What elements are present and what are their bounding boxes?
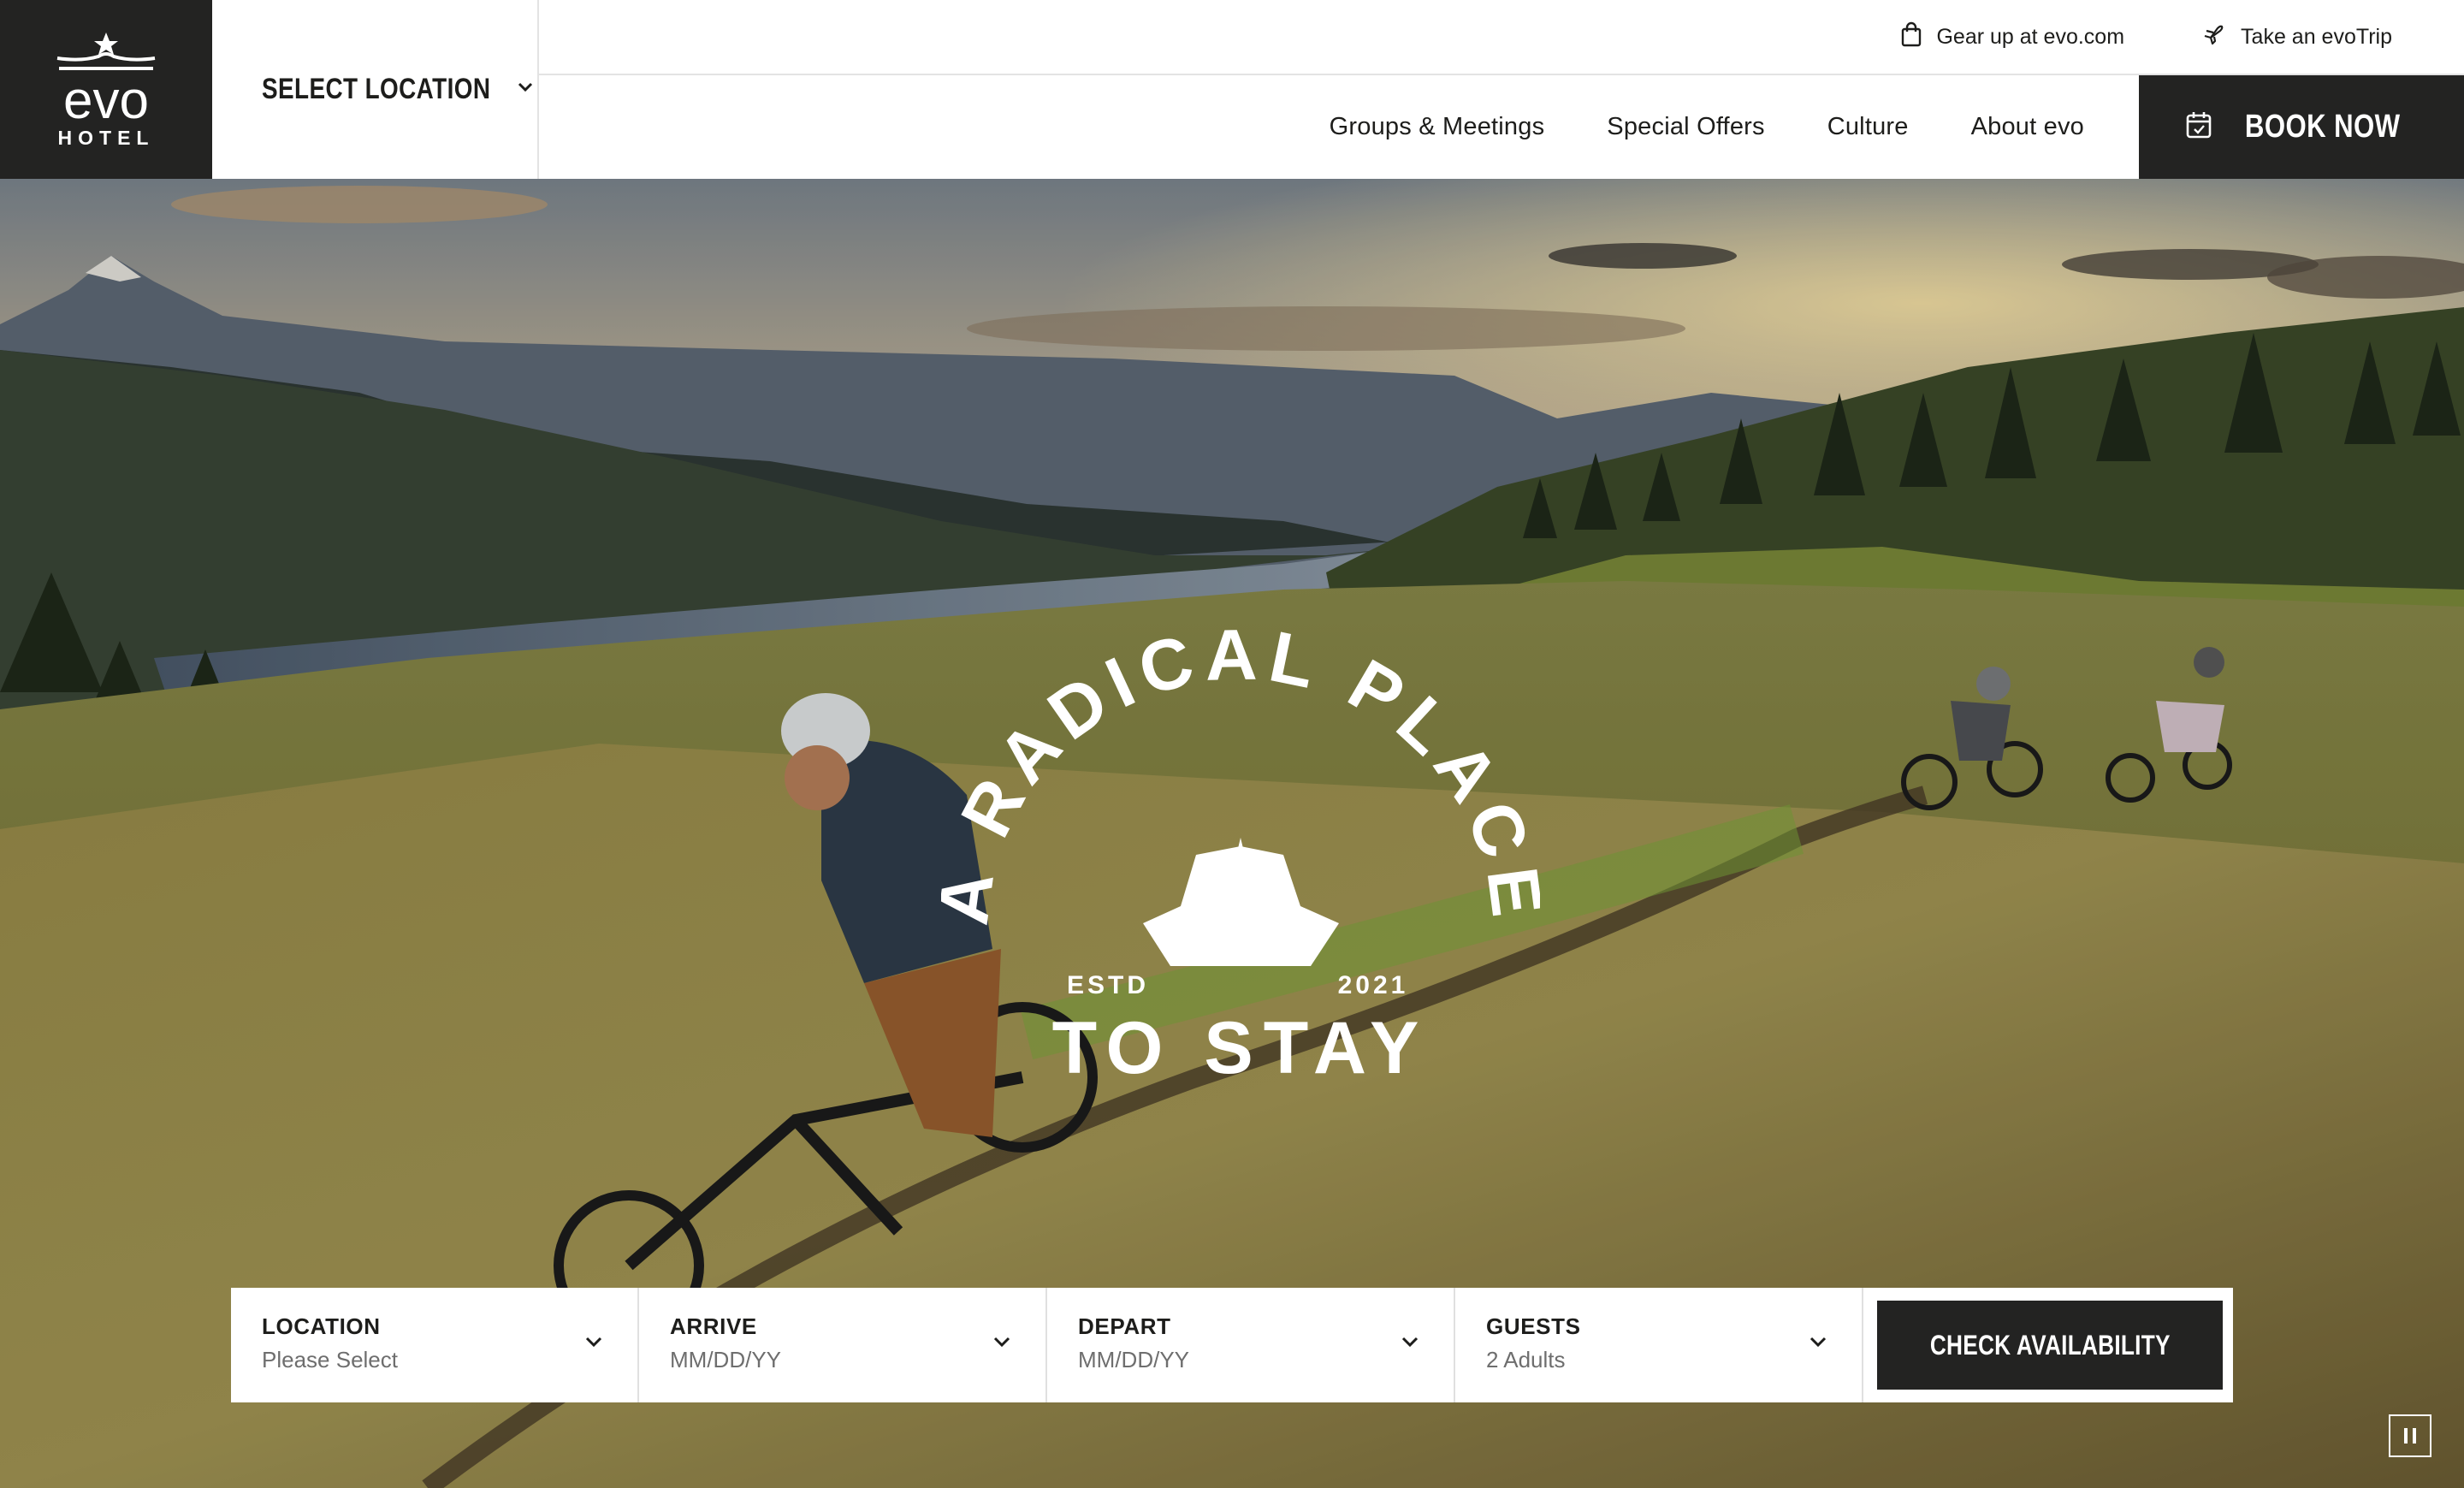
- badge-line: TO STAY: [1052, 1007, 1430, 1086]
- main-nav: Groups & Meetings Special Offers Culture…: [539, 75, 2139, 179]
- evotrip-link[interactable]: Take an evoTrip: [2201, 21, 2392, 53]
- book-now-button[interactable]: BOOK NOW: [2139, 75, 2464, 179]
- guests-field[interactable]: GUESTS 2 Adults: [1455, 1288, 1863, 1402]
- airplane-icon: [2201, 21, 2227, 53]
- arrive-field[interactable]: ARRIVE MM/DD/YY: [639, 1288, 1047, 1402]
- nav-about-evo[interactable]: About evo: [1971, 113, 2084, 141]
- location-selector[interactable]: SELECT LOCATION: [212, 0, 539, 179]
- depart-field[interactable]: DEPART MM/DD/YY: [1047, 1288, 1455, 1402]
- booking-widget: LOCATION Please Select ARRIVE MM/DD/YY D…: [231, 1288, 2233, 1402]
- evotrip-label: Take an evoTrip: [2241, 24, 2392, 49]
- logo-word: evo: [63, 71, 149, 125]
- check-availability-button[interactable]: CHECK AVAILABILITY: [1877, 1301, 2223, 1390]
- location-field-value: Please Select: [262, 1347, 398, 1372]
- chevron-down-icon: [1401, 1336, 1419, 1352]
- location-field-label: LOCATION: [262, 1313, 381, 1339]
- evo-logo-mark-icon: evo: [56, 33, 156, 125]
- calendar-icon: [2185, 110, 2212, 144]
- chevron-down-icon: [517, 81, 534, 98]
- gear-up-label: Gear up at evo.com: [1936, 24, 2125, 49]
- site-header: evo HOTEL SELECT LOCATION Gear up at evo…: [0, 0, 2464, 179]
- pause-icon: [2404, 1428, 2408, 1444]
- arrive-field-value: MM/DD/YY: [670, 1347, 781, 1372]
- utility-bar: Gear up at evo.com Take an evoTrip: [539, 0, 2464, 75]
- evo-hotel-logo[interactable]: evo HOTEL: [0, 0, 212, 179]
- location-field[interactable]: LOCATION Please Select: [231, 1288, 639, 1402]
- badge-estd: ESTD: [1067, 971, 1149, 999]
- book-now-label: BOOK NOW: [2245, 109, 2401, 145]
- guests-field-value: 2 Adults: [1486, 1347, 1566, 1372]
- check-availability-label: CHECK AVAILABILITY: [1929, 1329, 2171, 1361]
- badge-year: 2021: [1338, 971, 1409, 999]
- shopping-bag-icon: [1900, 21, 1922, 53]
- guests-field-label: GUESTS: [1486, 1313, 1581, 1339]
- chevron-down-icon: [1809, 1336, 1827, 1352]
- chevron-down-icon: [992, 1336, 1011, 1352]
- arrive-field-label: ARRIVE: [670, 1313, 757, 1339]
- nav-culture[interactable]: Culture: [1827, 113, 1909, 141]
- gear-up-link[interactable]: Gear up at evo.com: [1900, 21, 2124, 53]
- nav-special-offers[interactable]: Special Offers: [1607, 113, 1764, 141]
- pause-video-button[interactable]: [2389, 1414, 2431, 1457]
- depart-field-value: MM/DD/YY: [1078, 1347, 1189, 1372]
- radical-place-badge: A RADICAL PLACE ESTD 2021 TO STAY: [941, 614, 1540, 1086]
- logo-subtitle: HOTEL: [57, 127, 155, 149]
- chevron-down-icon: [584, 1336, 603, 1352]
- page: evo HOTEL SELECT LOCATION Gear up at evo…: [0, 0, 2464, 1488]
- depart-field-label: DEPART: [1078, 1313, 1171, 1339]
- nav-groups-meetings[interactable]: Groups & Meetings: [1330, 113, 1545, 141]
- location-selector-label: SELECT LOCATION: [262, 73, 491, 105]
